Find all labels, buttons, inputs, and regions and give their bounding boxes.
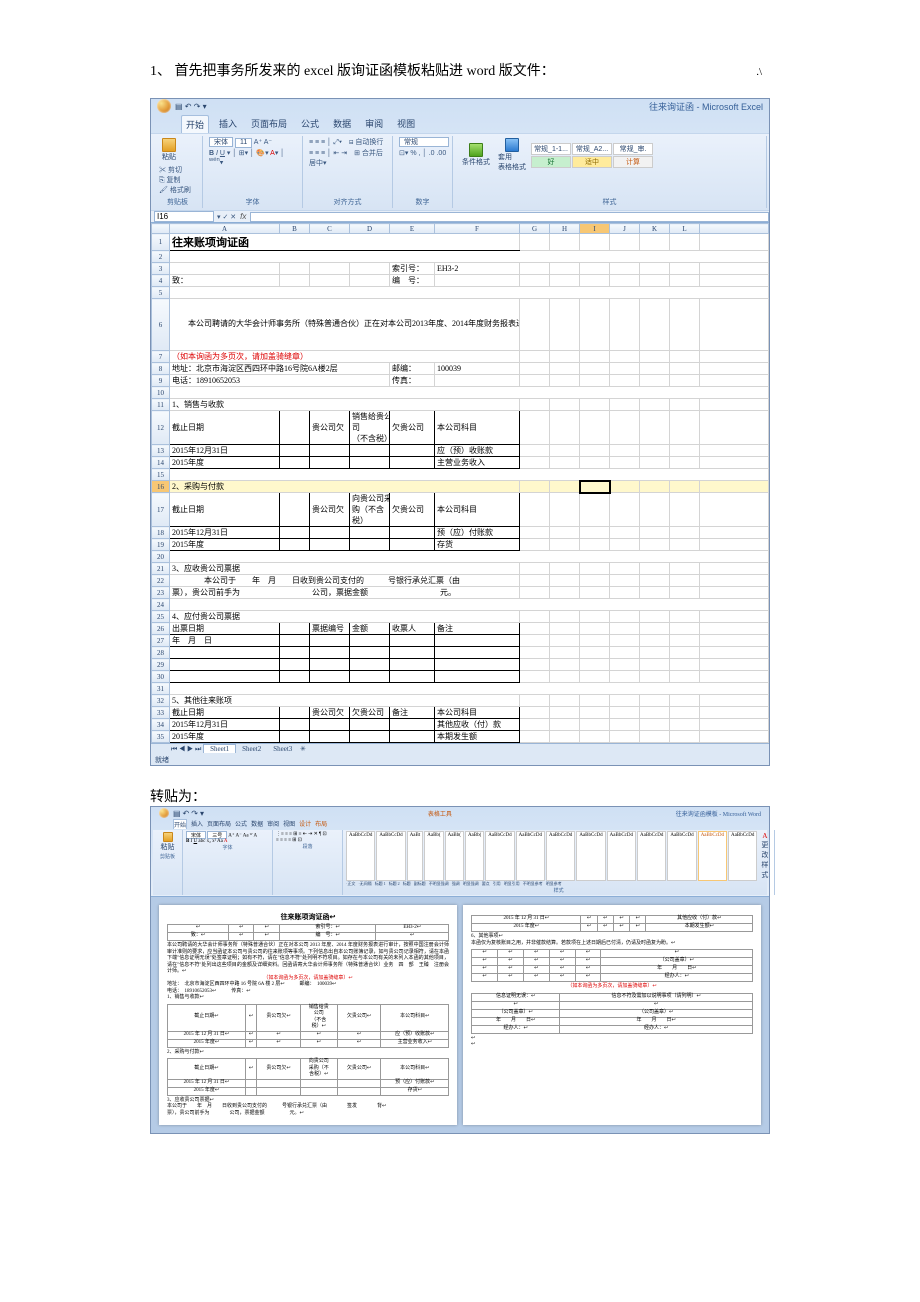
seal-note: （如本询函为多页次，请加盖骑缝章） — [170, 351, 520, 363]
copy-button[interactable]: ⎘ 复制 — [159, 175, 191, 185]
main-instruction: 1、 首先把事务所发来的 excel 版询证函模板粘贴进 word 版文件： — [150, 60, 770, 80]
tab-home[interactable]: 开始 — [181, 115, 209, 133]
qat[interactable]: ▤ ↶ ↷ ▾ — [175, 102, 207, 111]
word-canvas[interactable]: 往来账项询证函↩ ↩↩↩索引号：↩EH3-2↩ 致：↩↩↩编 号：↩↩ 本公司聘… — [151, 897, 769, 1133]
group-clipboard: 剪贴板 — [159, 197, 196, 207]
font-buttons[interactable]: B I U ▾ │ ⊞▾ │ 🎨▾ A▾ │ wén▾ — [209, 149, 296, 166]
word-page-2: 2015 年 12 月 31 日↩↩↩↩↩其他应收（付）款↩ 2015 年度↩↩… — [463, 905, 761, 1125]
tab-review[interactable]: 审阅 — [361, 115, 387, 133]
spreadsheet-grid[interactable]: ABCDEFGHIJKL 1往来账项询证函 2 3索引号：EH3-2 4致：编 … — [151, 223, 769, 743]
office-button-icon[interactable] — [159, 808, 169, 818]
office-button-icon[interactable] — [157, 99, 171, 113]
status-bar: 就绪 — [151, 755, 769, 765]
paste-button[interactable]: 粘贴 — [159, 137, 179, 163]
word-window-title: 往来询证函模板 - Microsoft Word — [676, 809, 761, 818]
group-styles: 样式 — [459, 197, 760, 207]
body-paragraph: 本公司聘请的大华会计师事务所（特殊普通合伙）正在对本公司2013年度、2014年… — [170, 299, 520, 351]
doc-title: 往来账项询证函 — [170, 234, 520, 251]
change-style-button[interactable]: A更改样式 — [758, 831, 771, 881]
formula-bar[interactable] — [250, 212, 769, 222]
font-combo[interactable]: 宋体 — [209, 137, 233, 147]
sub-instruction: 转贴为： — [150, 786, 770, 806]
word-styles-gallery[interactable]: AaBbCcDdAaBbCcDdAaBtAaBb(AaBb(AaBb(AaBbC… — [346, 831, 771, 881]
cut-button[interactable]: ✂ 剪切 — [159, 165, 191, 175]
word-ribbon-tabs[interactable]: 开始 插入页面布局公式数据审阅视图 设计布局 — [153, 818, 767, 830]
word-page-1: 往来账项询证函↩ ↩↩↩索引号：↩EH3-2↩ 致：↩↩↩编 号：↩↩ 本公司聘… — [159, 905, 457, 1125]
tab-insert[interactable]: 插入 — [215, 115, 241, 133]
selected-cell[interactable] — [580, 481, 610, 493]
context-tab: 表格工具 — [204, 809, 676, 818]
fx-label: fx — [240, 212, 246, 221]
table-format-button[interactable]: 套用 表格格式 — [495, 137, 529, 173]
ribbon-tabs[interactable]: 开始 插入 页面布局 公式 数据 审阅 视图 — [151, 113, 769, 133]
cond-format-button[interactable]: 条件格式 — [459, 142, 493, 168]
size-combo[interactable]: 11 — [235, 138, 252, 148]
window-title: 往来询证函 - Microsoft Excel — [649, 100, 763, 113]
group-number: 数字 — [399, 197, 446, 207]
name-box[interactable]: I16 — [154, 211, 214, 222]
group-align: 对齐方式 — [309, 197, 386, 207]
tab-view[interactable]: 视图 — [393, 115, 419, 133]
tab-formula[interactable]: 公式 — [297, 115, 323, 133]
cell-styles-gallery[interactable]: 常规_1-1... 常规_A2... 常规_审. 好 适中 计算 — [531, 143, 653, 168]
sheet-tabs[interactable]: ⏮ ◀ ▶ ⏭ Sheet1Sheet2Sheet3 ✳ — [151, 743, 769, 755]
tab-layout[interactable]: 页面布局 — [247, 115, 291, 133]
excel-screenshot: ▤ ↶ ↷ ▾ 往来询证函 - Microsoft Excel 开始 插入 页面… — [150, 98, 770, 766]
fx-icon[interactable]: ▾ ✓ ✕ — [217, 213, 236, 221]
group-font: 字体 — [209, 197, 296, 207]
page-corner: .\ — [756, 66, 762, 78]
number-format-combo[interactable]: 常规 — [399, 137, 449, 147]
tab-data[interactable]: 数据 — [329, 115, 355, 133]
format-painter-button[interactable]: 🖌 格式刷 — [159, 185, 191, 195]
word-screenshot: ▤ ↶ ↷ ▾ 表格工具 往来询证函模板 - Microsoft Word 开始… — [150, 806, 770, 1134]
